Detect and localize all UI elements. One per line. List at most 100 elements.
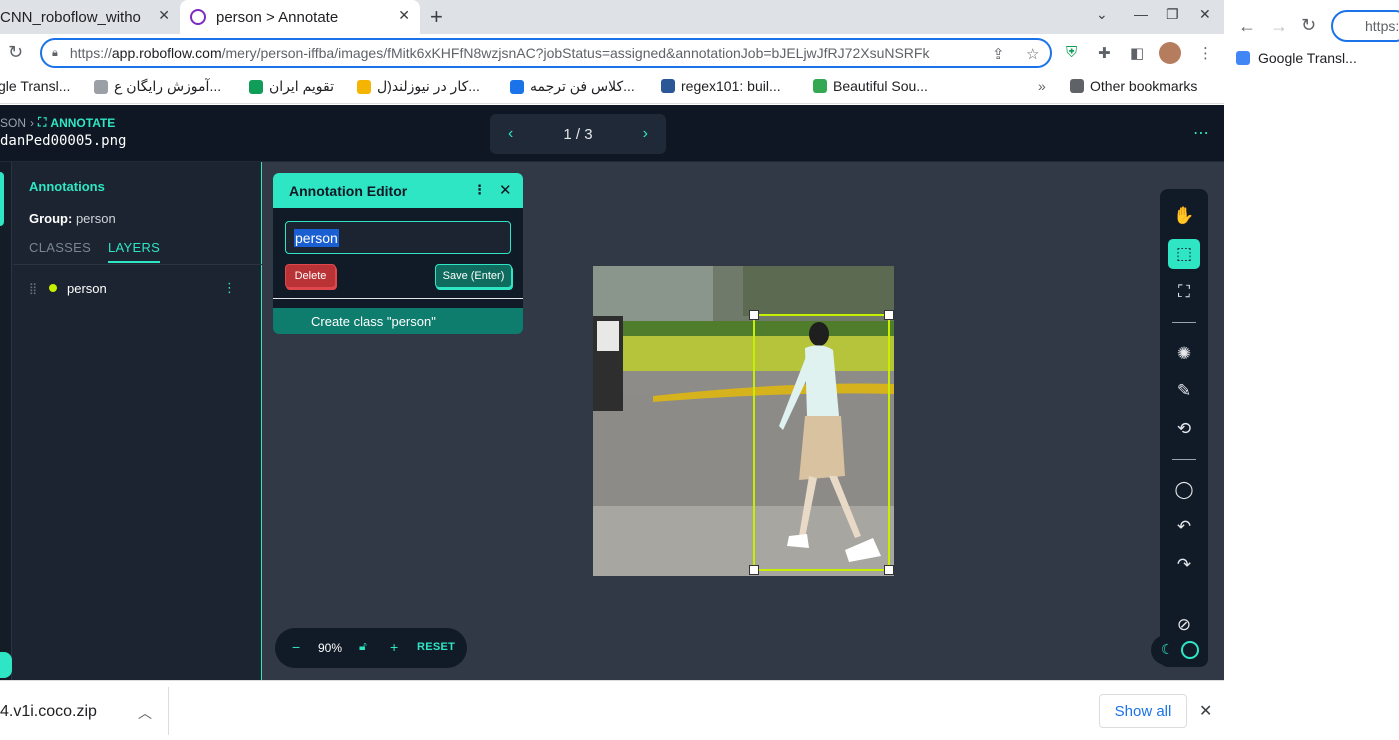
browser-tab-active[interactable]: person > Annotate ✕ (180, 0, 420, 34)
bookmark-item[interactable]: کلاس فن ترجمه... (510, 78, 635, 95)
side-panel-icon[interactable]: ◧ (1130, 44, 1144, 62)
undo-icon[interactable]: ↶ (1168, 512, 1200, 542)
drag-handle-icon[interactable]: ⣿ (29, 282, 49, 295)
new-tab-icon[interactable]: + (430, 4, 443, 30)
editor-close-icon[interactable]: ✕ (499, 181, 512, 199)
more-options-icon[interactable]: ⋯ (1193, 123, 1209, 143)
bookmark-item[interactable]: تقویم ایران (249, 78, 334, 95)
tab-layers[interactable]: LAYERS (108, 240, 161, 263)
download-filename[interactable]: 4.v1i.coco.zip (0, 703, 97, 721)
delete-button[interactable]: Delete (285, 264, 336, 288)
url-field[interactable]: 🔒︎ https://app.roboflow.com/mery/person-… (40, 38, 1052, 68)
other-bookmarks-folder[interactable]: Other bookmarks (1070, 78, 1197, 94)
bounding-box[interactable] (749, 310, 894, 575)
previous-image-icon[interactable]: ‹ (508, 125, 513, 143)
annotation-editor: Annotation Editor ⋮ ✕ person Delete Save… (273, 173, 523, 334)
next-image-icon[interactable]: › (643, 125, 648, 143)
bookmark-item[interactable]: Beautiful Sou... (813, 78, 928, 94)
extensions-puzzle-icon[interactable]: ✚ (1098, 44, 1111, 62)
annotations-sidebar: Annotations Group: person CLASSES LAYERS… (0, 162, 262, 680)
bounding-box-icon[interactable]: ⬚ (1168, 239, 1200, 269)
url-field[interactable]: https: (1331, 10, 1399, 42)
magic-wand-icon[interactable]: ✎ (1168, 376, 1200, 406)
resize-handle-top-right[interactable] (884, 310, 894, 320)
zoom-controls: − 90% 🔓︎ + RESET (275, 628, 467, 668)
save-button[interactable]: Save (Enter) (435, 264, 512, 288)
browser-tab-inactive[interactable]: CNN_roboflow_witho ✕ (0, 0, 180, 34)
breadcrumb-parent[interactable]: SON (0, 116, 26, 130)
share-icon[interactable]: ⇪ (992, 45, 1005, 63)
bookmark-label: Google Transl... (1258, 50, 1357, 66)
bookmark-item[interactable]: آموزش رایگان ع... (94, 78, 221, 95)
chevron-up-icon[interactable]: ︿ (138, 703, 152, 723)
hand-icon[interactable]: ✋ (1168, 201, 1200, 231)
shelf-divider (168, 687, 169, 735)
polygon-icon[interactable]: ⛶ (1168, 277, 1200, 307)
zoom-level: 90% (318, 641, 343, 655)
bookmark-item[interactable]: regex101: buil... (661, 78, 781, 94)
bookmarks-overflow-icon[interactable]: » (1038, 78, 1046, 94)
sidebar-rail (0, 162, 12, 680)
resize-handle-bottom-right[interactable] (884, 565, 894, 575)
tab-search-icon[interactable]: ⌄ (1096, 6, 1108, 23)
google-translate-icon (1236, 51, 1250, 65)
layer-menu-icon[interactable]: ⋮ (223, 280, 236, 296)
bookmark-label: تقویم ایران (269, 78, 334, 94)
layer-item-person[interactable]: ⣿ person ⋮ (29, 278, 244, 298)
bookmark-favicon-icon (813, 79, 827, 93)
tabs-divider (13, 264, 262, 265)
restore-icon[interactable]: ❐ (1166, 6, 1179, 23)
layer-label: person (67, 280, 107, 296)
group-line: Group: person (29, 211, 116, 226)
resize-handle-top-left[interactable] (749, 310, 759, 320)
tab-close-icon[interactable]: ✕ (158, 7, 170, 24)
bookmark-favicon-icon (357, 79, 371, 94)
lock-icon[interactable]: 🔓︎ (359, 639, 367, 654)
back-icon[interactable]: ← (1238, 16, 1256, 37)
bookmark-label: آموزش رایگان ع... (114, 78, 222, 94)
bookmark-favicon-icon (94, 79, 108, 94)
theme-toggle[interactable]: ☾ (1151, 635, 1208, 665)
breadcrumb: SON › ⛶ ANNOTATE (0, 115, 115, 130)
comment-icon[interactable]: ◯ (1168, 475, 1200, 505)
app-top-bar: SON › ⛶ ANNOTATE danPed00005.png ‹ 1 / 3… (0, 105, 1224, 162)
forward-icon[interactable]: → (1270, 16, 1288, 37)
close-shelf-icon[interactable]: ✕ (1199, 701, 1212, 721)
minimize-icon[interactable]: — (1134, 6, 1148, 22)
smart-select-icon[interactable]: ✺ (1168, 339, 1200, 369)
bookmark-item[interactable]: gle Transl... (0, 78, 70, 94)
bookmark-star-icon[interactable]: ☆ (1026, 45, 1039, 63)
zoom-in-button[interactable]: + (390, 639, 398, 655)
reset-zoom-button[interactable]: RESET (417, 641, 455, 653)
repeat-icon[interactable]: ⟲ (1168, 414, 1200, 444)
editor-title: Annotation Editor (289, 182, 408, 199)
show-all-button[interactable]: Show all (1099, 694, 1187, 728)
editor-menu-icon[interactable]: ⋮ (473, 182, 486, 198)
annotate-app: SON › ⛶ ANNOTATE danPed00005.png ‹ 1 / 3… (0, 105, 1224, 680)
bookmark-item[interactable]: Google Transl... (1236, 50, 1357, 66)
window-close-icon[interactable]: ✕ (1199, 6, 1211, 23)
class-name-value: person (294, 228, 339, 247)
resize-handle-bottom-left[interactable] (749, 565, 759, 575)
bookmarks-bar: gle Transl... آموزش رایگان ع... تقویم ای… (0, 72, 1224, 104)
browser-menu-icon[interactable]: ⋮ (1198, 44, 1213, 62)
tab-classes[interactable]: CLASSES (29, 240, 91, 255)
shield-extension-icon[interactable]: ⛨ (1066, 44, 1077, 61)
tab-close-icon[interactable]: ✕ (398, 7, 410, 24)
rail-active-tab[interactable] (0, 172, 4, 226)
create-class-option[interactable]: Create class "person" (273, 308, 523, 334)
url-host: app.roboflow.com (111, 45, 222, 61)
chevron-right-icon: › (30, 115, 35, 130)
reload-icon[interactable]: ↻ (1301, 15, 1316, 36)
folder-icon (1070, 79, 1084, 93)
profile-avatar[interactable] (1159, 42, 1181, 64)
zoom-out-button[interactable]: − (292, 639, 300, 655)
roboflow-favicon-icon (190, 9, 206, 25)
class-name-input[interactable]: person (285, 221, 511, 254)
reload-icon[interactable]: ↻ (8, 42, 23, 63)
lock-icon: 🔒︎ (52, 46, 58, 59)
bookmark-item[interactable]: کار در نیوزلند(ل... (357, 78, 480, 95)
pager-count: 1 / 3 (563, 125, 593, 143)
rail-bottom-tab[interactable] (0, 652, 12, 678)
redo-icon[interactable]: ↷ (1168, 550, 1200, 580)
